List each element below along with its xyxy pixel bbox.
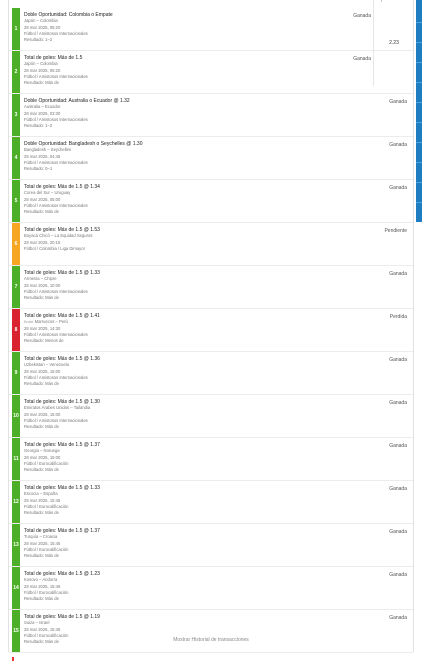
bet-result: Resultado: 1–2 (24, 122, 53, 128)
bet-details: Doble Oportunidad: Bangladesh o Seychell… (24, 141, 373, 172)
bet-league: Fútbol / Colombia / Liga Dimayor (24, 245, 85, 251)
bet-status: Ganada (389, 486, 407, 492)
bet-prefix: Endet (24, 320, 34, 325)
bet-row[interactable]: 8 Total de goles: Más de 1.5 @ 1.41 Endet … (9, 309, 413, 352)
bet-teams-text: Georgia – Noruega (24, 448, 60, 454)
bet-status: Ganada (353, 13, 371, 19)
bet-teams-text: Bangladesh – Seychelles (24, 147, 72, 153)
bet-history-panel: 1 Doble Oportunidad: Colombia o Empate Jap… (8, 0, 414, 653)
bet-result: Resultado: Más de (24, 509, 59, 515)
bet-details: Total de goles: Más de 1.5 @ 1.33 Armenia… (24, 270, 373, 301)
bet-result: Resultado: Más de (24, 552, 59, 558)
bet-status: Ganada (389, 615, 407, 621)
bet-number: 10 (12, 395, 20, 437)
bet-number: 13 (12, 524, 20, 566)
bet-status: Ganada (389, 185, 407, 191)
bet-result: Resultado: Menos de (24, 337, 64, 343)
bet-number: 8 (12, 309, 20, 351)
bet-status: Ganada (353, 56, 371, 62)
bet-teams-text: Marruecos – Perú (34, 319, 68, 325)
bet-result: Resultado: 0–1 (24, 165, 53, 171)
bet-number: 6 (12, 223, 20, 265)
bet-list: 1 Doble Oportunidad: Colombia o Empate Jap… (9, 8, 413, 653)
bet-number: 5 (12, 180, 20, 222)
bet-row[interactable]: 10 Total de goles: Más de 1.5 @ 1.30 Emira… (9, 395, 413, 438)
bet-details: Total de goles: Más de 1.5 Japón – Colomb… (24, 55, 373, 86)
bet-teams-text: Kosovo – Andorra (24, 577, 58, 583)
bet-teams-text: Japón – Colombia (24, 18, 58, 24)
bet-status: Ganada (389, 529, 407, 535)
bet-status: Pendiente (384, 228, 407, 234)
bet-details: Total de goles: Más de 1.5 @ 1.37 Turquía… (24, 528, 373, 559)
bet-status: Ganada (389, 271, 407, 277)
bet-details: Doble Oportunidad: Australia o Ecuador @… (24, 98, 373, 129)
bet-details: Total de goles: Más de 1.5 @ 1.33 Escocia… (24, 485, 373, 516)
bet-teams-text: Corea del Sur – Uruguay (24, 190, 71, 196)
bet-result: Resultado: Más de (24, 79, 59, 85)
bet-status: Perdida (389, 314, 407, 320)
bet-number: 1 (12, 8, 20, 50)
bet-number: 4 (12, 137, 20, 179)
bet-status: Ganada (389, 400, 407, 406)
bet-result: Resultado: 1–2 (24, 36, 53, 42)
bet-result: Resultado: Más de (24, 208, 59, 214)
bet-number: 12 (12, 481, 20, 523)
bet-details: Total de goles: Más de 1.5 @ 1.53 Boyacá … (24, 227, 373, 252)
bet-details: Total de goles: Más de 1.5 @ 1.36 Uzbekis… (24, 356, 373, 387)
bet-details: Total de goles: Más de 1.5 @ 1.30 Emirato… (24, 399, 373, 430)
bet-status: Ganada (389, 572, 407, 578)
bet-details: Total de goles: Más de 1.5 @ 1.23 Kosovo … (24, 571, 373, 602)
bet-teams-text: Japón – Colombia (24, 61, 58, 67)
bet-teams-text: Armenia – Chipre (24, 276, 57, 282)
bet-result: Resultado: Más de (24, 423, 59, 429)
bet-row[interactable]: 13 Total de goles: Más de 1.5 @ 1.37 Turqu… (9, 524, 413, 567)
bet-row[interactable]: 6 Total de goles: Más de 1.5 @ 1.53 Boyacá… (9, 223, 413, 266)
bet-teams-text: Australia – Ecuador (24, 104, 61, 110)
bet-row[interactable]: 4 Doble Oportunidad: Bangladesh o Seychel… (9, 137, 413, 180)
bet-number: 2 (12, 51, 20, 93)
bet-number: 7 (12, 266, 20, 308)
bet-teams-text: Boyacá Chicó – La Equidad Seguros (24, 233, 93, 239)
bet-number: 11 (12, 438, 20, 480)
bet-result: Resultado: Más de (24, 294, 59, 300)
bottom-marker (12, 657, 14, 661)
bet-teams-text: Escocia – España (24, 491, 58, 497)
bet-teams-text: Suiza – Israel (24, 620, 50, 626)
bet-details: Total de goles: Más de 1.5 @ 1.34 Corea d… (24, 184, 373, 215)
bet-row[interactable]: 2 Total de goles: Más de 1.5 Japón – Colom… (9, 51, 413, 94)
bet-row[interactable]: 14 Total de goles: Más de 1.5 @ 1.23 Kosov… (9, 567, 413, 610)
bet-status: Ganada (389, 142, 407, 148)
bet-row[interactable]: 12 Total de goles: Más de 1.5 @ 1.33 Escoc… (9, 481, 413, 524)
bet-teams-text: Emiratos Árabes Unidos – Tailandia (24, 405, 91, 411)
bet-teams-text: Turquía – Croacia (24, 534, 58, 540)
bet-details: Total de goles: Más de 1.5 @ 1.41 Endet M… (24, 313, 373, 344)
combo-odds: 2.23 (373, 0, 414, 86)
bet-teams-text: Uzbekistan – Venezuela (24, 362, 69, 368)
scrollbar[interactable] (416, 0, 422, 222)
bet-status: Ganada (389, 99, 407, 105)
bet-row[interactable]: 5 Total de goles: Más de 1.5 @ 1.34 Corea … (9, 180, 413, 223)
bet-row[interactable]: 9 Total de goles: Más de 1.5 @ 1.36 Uzbeki… (9, 352, 413, 395)
bet-row[interactable]: 1 Doble Oportunidad: Colombia o Empate Jap… (9, 8, 413, 51)
transaction-history-link[interactable]: Mostrar Historial de transacciones (9, 634, 413, 646)
bet-number: 14 (12, 567, 20, 609)
combo-odds-value: 2.23 (389, 40, 399, 46)
bet-number: 3 (12, 94, 20, 136)
bet-row[interactable]: 11 Total de goles: Más de 1.5 @ 1.37 Georg… (9, 438, 413, 481)
bet-details: Doble Oportunidad: Colombia o Empate Japó… (24, 12, 373, 43)
bet-result: Resultado: Más de (24, 380, 59, 386)
bet-number: 9 (12, 352, 20, 394)
bet-result: Resultado: Más de (24, 595, 59, 601)
bet-result: Resultado: Más de (24, 466, 59, 472)
bet-status: Ganada (389, 443, 407, 449)
bet-row[interactable]: 3 Doble Oportunidad: Australia o Ecuador … (9, 94, 413, 137)
bet-details: Total de goles: Más de 1.5 @ 1.37 Georgia… (24, 442, 373, 473)
bet-status: Ganada (389, 357, 407, 363)
bet-row[interactable]: 7 Total de goles: Más de 1.5 @ 1.33 Armeni… (9, 266, 413, 309)
bet-row[interactable]: 15 Total de goles: Más de 1.5 @ 1.19 Suiza… (9, 610, 413, 653)
